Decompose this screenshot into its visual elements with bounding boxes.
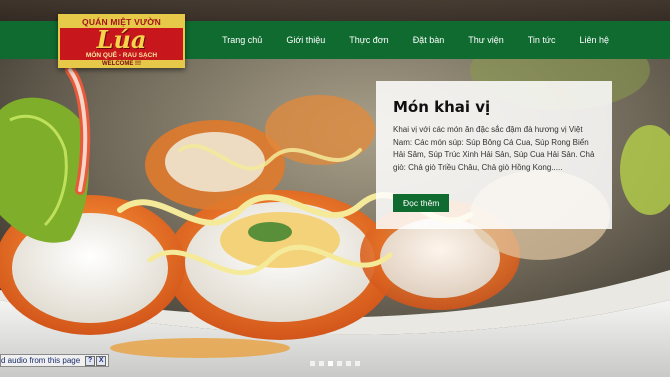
card-description: Khai vị với các món ăn đặc sắc đậm đà hư… [393,125,595,172]
nav-item-dat-ban[interactable]: Đặt bàn [401,21,457,59]
main-menu: Trang chủ Giới thiệu Thực đơn Đặt bàn Th… [210,21,670,59]
read-more-button[interactable]: Đọc thêm [393,194,450,212]
slider-dot[interactable] [337,361,342,366]
slider-dot[interactable] [328,361,333,366]
logo-sub-text: MÓN QUÊ - RAU SẠCH [85,52,158,59]
restaurant-logo[interactable]: QUÁN MIỆT VƯỜN Lúa MÓN QUÊ - RAU SẠCH WE… [58,14,185,68]
slider-dot[interactable] [346,361,351,366]
slider-dot[interactable] [355,361,360,366]
help-icon[interactable]: ? [85,355,96,366]
audio-plugin-bar: d audio from this page ? X [0,354,110,367]
plugin-bar-text[interactable]: d audio from this page [1,356,84,365]
nav-item-thuc-don[interactable]: Thực đơn [337,21,400,59]
nav-item-gioi-thieu[interactable]: Giới thiệu [274,21,337,59]
slider-dot[interactable] [310,361,315,366]
card-title: Món khai vị [393,98,491,116]
close-icon[interactable]: X [96,355,107,366]
slider-dot[interactable] [319,361,324,366]
logo-welcome-text: WELCOME !!! [60,60,183,68]
nav-item-trang-chu[interactable]: Trang chủ [210,21,274,59]
nav-item-lien-he[interactable]: Liên hệ [567,21,670,59]
slide-info-card: Món khai vị Khai vị với các món ăn đặc s… [376,81,612,229]
logo-main-text: Lúa [96,25,147,54]
nav-item-tin-tuc[interactable]: Tin tức [516,21,568,59]
nav-item-thu-vien[interactable]: Thư viện [456,21,516,59]
